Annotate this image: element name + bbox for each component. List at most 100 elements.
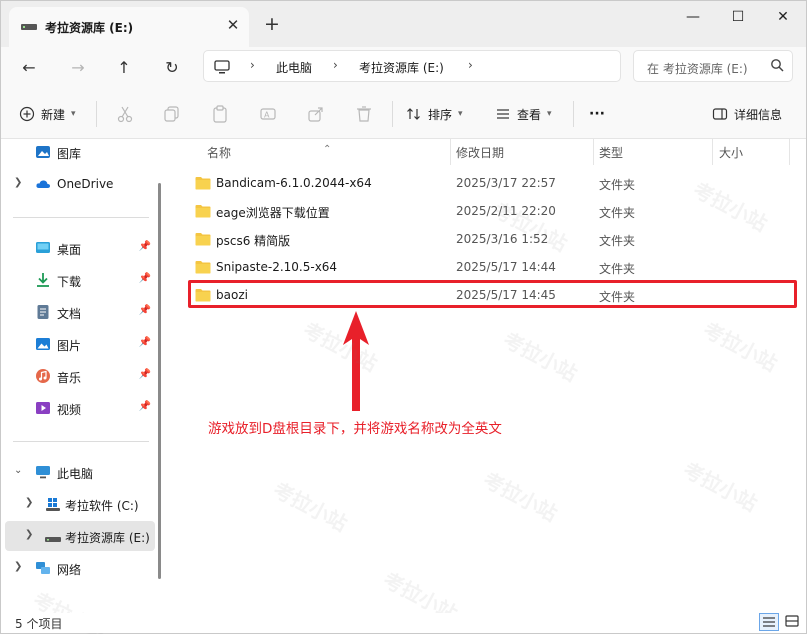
tab-close-icon[interactable]: ✕ xyxy=(225,17,241,33)
file-date: 2025/3/16 1:52 xyxy=(456,232,549,246)
chevron-right-icon[interactable]: ❯ xyxy=(14,561,22,572)
forward-button[interactable]: → xyxy=(65,55,91,81)
sidebar-item-network[interactable]: ❯ 网络 xyxy=(5,553,155,583)
divider[interactable] xyxy=(593,139,594,165)
sidebar-item-label: 桌面 xyxy=(57,243,82,257)
title-bar: 考拉资源库 (E:) ✕ + — ☐ ✕ xyxy=(1,1,806,47)
details-view-button[interactable] xyxy=(759,613,779,631)
search-input[interactable]: 在 考拉资源库 (E:) xyxy=(647,60,767,77)
sort-button[interactable]: 排序 ▾ xyxy=(406,101,463,127)
new-tab-button[interactable]: + xyxy=(263,15,281,34)
sidebar-item-label: 文档 xyxy=(57,307,82,321)
search-box[interactable]: 在 考拉资源库 (E:) xyxy=(633,50,793,82)
file-name: Bandicam-6.1.0.2044-x64 xyxy=(216,176,372,190)
chevron-right-icon[interactable]: ❯ xyxy=(25,497,33,508)
cut-icon[interactable] xyxy=(115,104,135,124)
maximize-button[interactable]: ☐ xyxy=(715,7,761,27)
sidebar-item-documents[interactable]: 文档 📌 xyxy=(5,297,155,327)
sidebar-item-drive-c[interactable]: ❯ 考拉软件 (C:) xyxy=(5,489,155,519)
sidebar-item-drive-e[interactable]: ❯ 考拉资源库 (E:) xyxy=(5,521,155,551)
minimize-button[interactable]: — xyxy=(670,7,716,27)
paste-icon[interactable] xyxy=(210,104,230,124)
copy-icon[interactable] xyxy=(162,104,182,124)
sidebar-scrollbar[interactable] xyxy=(158,183,161,579)
divider xyxy=(13,441,149,442)
item-count: 5 个项目 xyxy=(15,617,63,631)
picture-icon xyxy=(36,338,50,350)
cloud-icon xyxy=(36,180,50,188)
details-pane-icon xyxy=(712,108,728,120)
file-type: 文件夹 xyxy=(599,262,636,276)
breadcrumb-chevron-icon: › xyxy=(333,58,338,72)
chevron-down-icon: ▾ xyxy=(458,109,463,119)
sidebar-item-videos[interactable]: 视频 📌 xyxy=(5,393,155,423)
file-row[interactable]: Bandicam-6.1.0.2044-x64 2025/3/17 22:57 … xyxy=(187,169,799,197)
divider[interactable] xyxy=(712,139,713,165)
pin-icon[interactable]: 📌 xyxy=(139,401,151,412)
breadcrumb-this-pc[interactable]: 此电脑 xyxy=(276,59,312,76)
pin-icon[interactable]: 📌 xyxy=(139,337,151,348)
close-button[interactable]: ✕ xyxy=(760,7,806,27)
file-row[interactable]: pscs6 精简版 2025/3/16 1:52 文件夹 xyxy=(187,225,799,253)
sort-label: 排序 xyxy=(428,107,453,122)
divider[interactable] xyxy=(789,139,790,165)
sidebar-item-onedrive[interactable]: ❯ OneDrive xyxy=(5,169,155,199)
divider xyxy=(96,101,97,127)
column-header-size[interactable]: 大小 xyxy=(719,144,743,161)
file-name: pscs6 精简版 xyxy=(216,234,291,248)
tab-current[interactable]: 考拉资源库 (E:) ✕ xyxy=(9,7,249,47)
rename-icon[interactable]: A xyxy=(258,104,278,124)
file-type: 文件夹 xyxy=(599,178,636,192)
windows-drive-icon xyxy=(46,498,60,511)
pin-icon[interactable]: 📌 xyxy=(139,273,151,284)
chevron-down-icon[interactable]: ⌄ xyxy=(14,465,22,476)
file-date: 2025/2/11 22:20 xyxy=(456,204,556,218)
back-button[interactable]: ← xyxy=(16,55,42,81)
file-row[interactable]: eage浏览器下载位置 2025/2/11 22:20 文件夹 xyxy=(187,197,799,225)
sidebar-item-music[interactable]: 音乐 📌 xyxy=(5,361,155,391)
pin-icon[interactable]: 📌 xyxy=(139,305,151,316)
chevron-right-icon[interactable]: ❯ xyxy=(14,177,22,188)
sidebar-item-gallery[interactable]: 图库 xyxy=(5,137,155,167)
share-icon[interactable] xyxy=(306,104,326,124)
delete-icon[interactable] xyxy=(354,104,374,124)
file-explorer-window: 考拉资源库 (E:) ✕ + — ☐ ✕ ← → ↑ ↻ › 此电脑 › 考拉资… xyxy=(0,0,807,634)
video-icon xyxy=(36,402,50,414)
chevron-down-icon: ▾ xyxy=(547,109,552,119)
desktop-icon xyxy=(36,242,50,253)
column-header-name[interactable]: 名称 xyxy=(207,144,231,161)
sort-icon xyxy=(407,108,420,120)
file-row[interactable]: Snipaste-2.10.5-x64 2025/5/17 14:44 文件夹 xyxy=(187,253,799,281)
pin-icon[interactable]: 📌 xyxy=(139,369,151,380)
column-header-date[interactable]: 修改日期 xyxy=(456,144,504,161)
highlight-box xyxy=(188,280,797,308)
file-type: 文件夹 xyxy=(599,234,636,248)
details-pane-button[interactable]: 详细信息 xyxy=(712,101,782,127)
breadcrumb-drive-e[interactable]: 考拉资源库 (E:) xyxy=(359,59,444,76)
sidebar-item-pictures[interactable]: 图片 📌 xyxy=(5,329,155,359)
folder-icon xyxy=(195,261,211,274)
sidebar-item-desktop[interactable]: 桌面 📌 xyxy=(5,233,155,263)
pin-icon[interactable]: 📌 xyxy=(139,241,151,252)
column-header-type[interactable]: 类型 xyxy=(599,144,623,161)
tiles-view-button[interactable] xyxy=(783,613,803,631)
sidebar-item-label: 图库 xyxy=(57,147,82,161)
more-options-button[interactable]: ··· xyxy=(589,101,605,127)
sidebar-item-downloads[interactable]: 下载 📌 xyxy=(5,265,155,295)
view-button[interactable]: 查看 ▾ xyxy=(495,101,552,127)
navigation-pane: 图库 ❯ OneDrive 桌面 📌 下载 📌 文档 📌 图片 📌 音乐 📌 视… xyxy=(1,139,161,613)
chevron-right-icon[interactable]: ❯ xyxy=(25,529,33,540)
sidebar-item-this-pc[interactable]: ⌄ 此电脑 xyxy=(5,457,155,487)
computer-icon xyxy=(214,60,230,74)
address-bar[interactable]: › 此电脑 › 考拉资源库 (E:) › xyxy=(203,50,621,82)
file-list: ⌃ 名称 修改日期 类型 大小 Bandicam-6.1.0.2044-x64 … xyxy=(177,139,806,613)
up-button[interactable]: ↑ xyxy=(111,55,137,81)
refresh-button[interactable]: ↻ xyxy=(159,55,185,81)
search-icon[interactable] xyxy=(770,58,784,72)
new-button[interactable]: 新建 ▾ xyxy=(19,101,76,127)
sidebar-item-label: 考拉软件 (C:) xyxy=(65,499,139,513)
divider[interactable] xyxy=(450,139,451,165)
file-date: 2025/3/17 22:57 xyxy=(456,176,556,190)
gallery-icon xyxy=(36,146,50,158)
document-icon xyxy=(37,305,49,319)
